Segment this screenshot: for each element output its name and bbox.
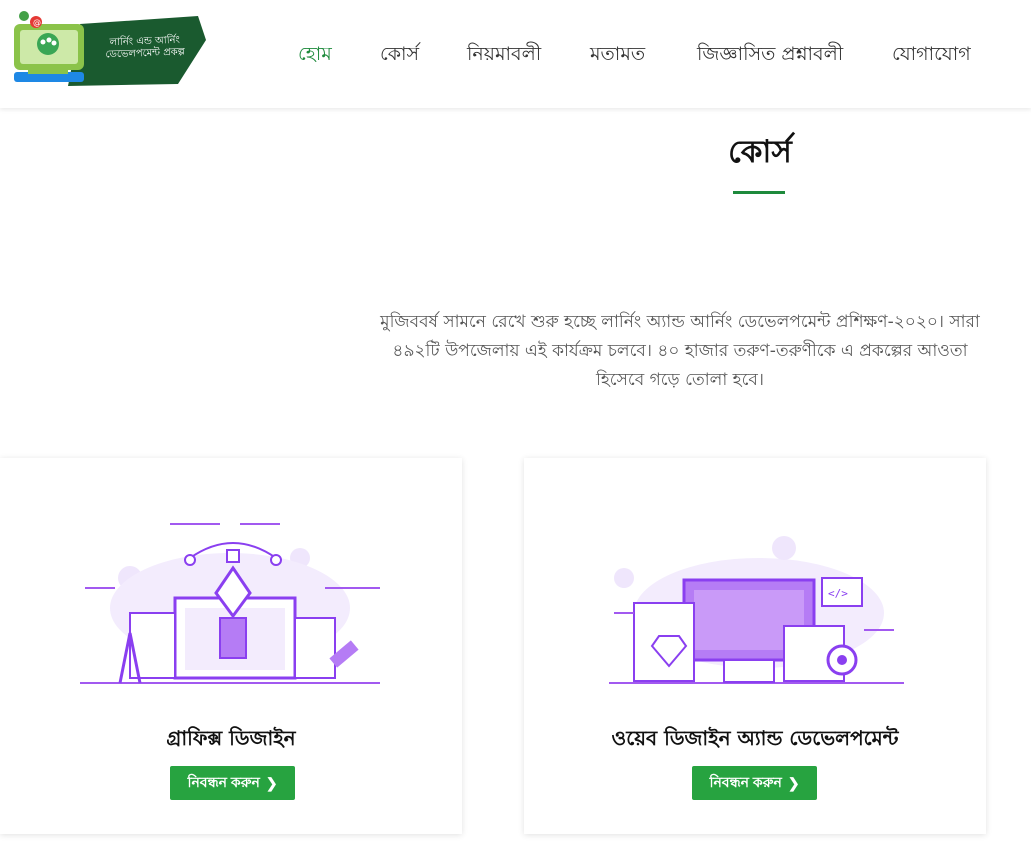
chevron-right-icon: ❯ <box>265 774 278 791</box>
logo-text: লার্নিং এন্ড আর্নিং ডেভেলপমেন্ট প্রকল্প <box>90 34 201 62</box>
chevron-right-icon: ❯ <box>787 774 800 791</box>
register-button-label: নিবন্ধন করুন <box>187 774 260 790</box>
nav-contact[interactable]: যোগাযোগ <box>892 40 971 72</box>
register-button[interactable]: নিবন্ধন করুন ❯ <box>170 766 295 800</box>
web-design-illustration: </> <box>609 536 904 684</box>
graphic-design-illustration <box>80 523 380 684</box>
register-button[interactable]: নিবন্ধন করুন ❯ <box>692 766 817 800</box>
svg-text:@: @ <box>33 18 41 27</box>
register-button-label: নিবন্ধন করুন <box>709 774 782 790</box>
card-title: গ্রাফিক্স ডিজাইন <box>166 726 296 750</box>
site-logo[interactable]: @ লার্নিং এন্ড আর্নিং ডেভেলপমেন্ট প্রকল্… <box>8 6 208 92</box>
intro-paragraph: মুজিববর্ষ সামনে রেখে শুরু হচ্ছে লার্নিং … <box>380 312 980 390</box>
course-card-graphics: গ্রাফিক্স ডিজাইন নিবন্ধন করুন ❯ <box>0 458 462 834</box>
svg-text:</>: </> <box>828 587 848 600</box>
title-underline <box>733 191 785 194</box>
nav-home[interactable]: হোম <box>298 40 332 72</box>
nav-faq[interactable]: জিজ্ঞাসিত প্রশ্নাবলী <box>697 40 843 72</box>
nav-rules[interactable]: নিয়মাবলী <box>467 40 541 72</box>
site-header: @ লার্নিং এন্ড আর্নিং ডেভেলপমেন্ট প্রকল্… <box>0 0 1031 108</box>
section-title: কোর্স <box>728 134 792 170</box>
course-card-web: </> ওয়েব ডিজাইন অ্যান্ড ডেভেলপমেন্ট নিব… <box>524 458 986 834</box>
card-title: ওয়েব ডিজাইন অ্যান্ড ডেভেলপমেন্ট <box>611 726 899 750</box>
nav-feedback[interactable]: মতামত <box>590 40 645 72</box>
nav-courses[interactable]: কোর্স <box>380 40 419 72</box>
